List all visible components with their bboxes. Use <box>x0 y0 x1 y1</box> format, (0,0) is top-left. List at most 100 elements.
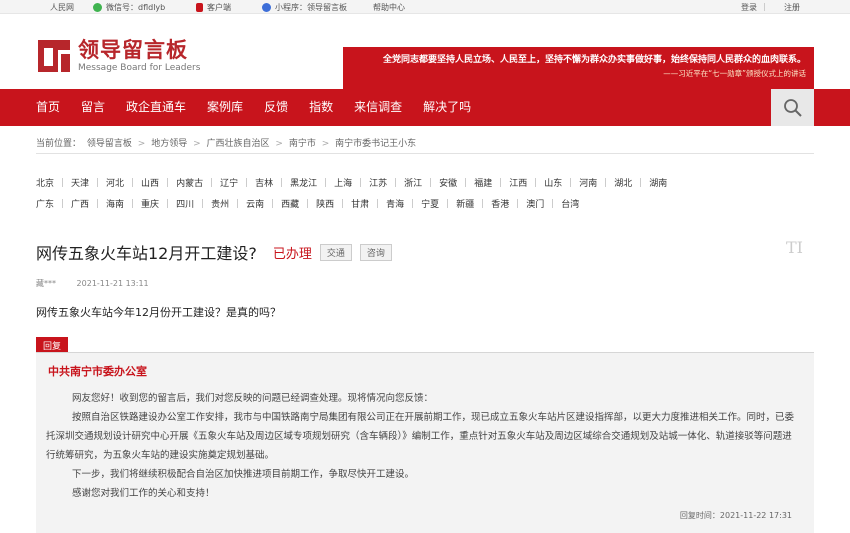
region-link[interactable]: 黑龙江 <box>290 176 317 189</box>
region-row: 广东 广西 海南 重庆 四川 贵州 云南 西藏 陕西 甘肃 青海 宁夏 新疆 香港 澳门 台湾 <box>36 193 816 214</box>
region-link[interactable]: 广西 <box>71 197 89 210</box>
crumb-secretary[interactable]: 南宁市委书记王小东 <box>335 139 416 149</box>
reply-body: 网友您好！收到您的留言后，我们对您反映的问题已经调查处理。现将情况向您反馈： 按… <box>36 389 814 503</box>
miniapp-icon <box>262 3 271 12</box>
region-link[interactable]: 青海 <box>386 197 404 210</box>
help-link[interactable]: 帮助中心 <box>373 2 405 13</box>
region-separator <box>640 178 642 187</box>
region-link[interactable]: 澳门 <box>526 197 544 210</box>
search-icon <box>783 98 802 117</box>
nav-survey[interactable]: 来信调查 <box>354 89 402 126</box>
banner-source: ——习近平在“七一勋章”颁授仪式上的讲话 <box>663 69 806 78</box>
region-link[interactable]: 西藏 <box>281 197 299 210</box>
region-link[interactable]: 上海 <box>334 176 352 189</box>
region-separator <box>500 178 502 187</box>
region-separator <box>325 178 327 187</box>
region-separator <box>211 178 213 187</box>
wechat-link[interactable]: 微信号：dfldlyb <box>93 2 165 13</box>
region-link[interactable]: 香港 <box>491 197 509 210</box>
region-separator <box>281 178 283 187</box>
region-separator <box>482 199 484 208</box>
region-link[interactable]: 辽宁 <box>220 176 238 189</box>
topbar-divider: | <box>763 2 766 11</box>
region-link[interactable]: 贵州 <box>211 197 229 210</box>
region-separator <box>167 178 169 187</box>
region-link[interactable]: 新疆 <box>456 197 474 210</box>
region-separator <box>202 199 204 208</box>
region-link[interactable]: 内蒙古 <box>176 176 203 189</box>
region-link[interactable]: 北京 <box>36 176 54 189</box>
region-separator <box>430 178 432 187</box>
region-link[interactable]: 吉林 <box>255 176 273 189</box>
region-link[interactable]: 海南 <box>106 197 124 210</box>
region-link[interactable]: 江西 <box>509 176 527 189</box>
region-separator <box>377 199 379 208</box>
nav-enterprise[interactable]: 政企直通车 <box>126 89 186 126</box>
main-nav: 首页 留言 政企直通车 案例库 反馈 指数 来信调查 解决了吗 <box>0 89 850 126</box>
reply-label: 回复 <box>36 337 69 352</box>
nav-feedback[interactable]: 反馈 <box>264 89 288 126</box>
watermark: TI <box>786 238 803 257</box>
reply-paragraph: 网友您好！收到您的留言后，我们对您反映的问题已经调查处理。现将情况向您反馈： <box>72 393 434 404</box>
region-separator <box>62 178 64 187</box>
region-link[interactable]: 山东 <box>544 176 562 189</box>
crumb-guangxi[interactable]: 广西壮族自治区 <box>207 139 270 149</box>
region-separator <box>62 199 64 208</box>
crumb-local-leaders[interactable]: 地方领导 <box>151 139 187 149</box>
search-button[interactable] <box>771 89 814 126</box>
region-link[interactable]: 陕西 <box>316 197 334 210</box>
divider <box>36 153 814 154</box>
crumb-board[interactable]: 领导留言板 <box>87 139 132 149</box>
region-link[interactable]: 天津 <box>71 176 89 189</box>
region-link[interactable]: 广东 <box>36 197 54 210</box>
nav-index[interactable]: 指数 <box>309 89 333 126</box>
renmin-link[interactable]: 人民网 <box>50 2 74 13</box>
post-time: 2021-11-21 13:11 <box>76 279 149 288</box>
region-separator <box>246 178 248 187</box>
post-meta: 藏*** 2021-11-21 13:11 <box>36 278 167 289</box>
reply-org: 中共南宁市委办公室 <box>48 365 147 378</box>
region-separator <box>412 199 414 208</box>
site-logo[interactable]: 领导留言板 Message Board for Leaders <box>36 38 200 74</box>
type-tag[interactable]: 咨询 <box>359 243 392 261</box>
login-link[interactable]: 登录 <box>741 2 757 13</box>
nav-solved[interactable]: 解决了吗 <box>423 89 471 126</box>
region-separator <box>605 178 607 187</box>
register-link[interactable]: 注册 <box>784 2 800 13</box>
nav-home[interactable]: 首页 <box>36 89 60 126</box>
region-list: 北京 天津 河北 山西 内蒙古 辽宁 吉林 黑龙江 上海 江苏 浙江 安徽 福建 江西 山东 河南 湖北 湖南 广… <box>36 172 816 214</box>
region-link[interactable]: 湖北 <box>614 176 632 189</box>
region-link[interactable]: 福建 <box>474 176 492 189</box>
region-link[interactable]: 四川 <box>176 197 194 210</box>
region-link[interactable]: 河南 <box>579 176 597 189</box>
category-tag[interactable]: 交通 <box>319 243 352 261</box>
nav-cases[interactable]: 案例库 <box>207 89 243 126</box>
header: 领导留言板 Message Board for Leaders 全党同志都要坚持… <box>0 14 850 89</box>
region-link[interactable]: 浙江 <box>404 176 422 189</box>
region-link[interactable]: 安徽 <box>439 176 457 189</box>
nav-message[interactable]: 留言 <box>81 89 105 126</box>
region-separator <box>570 178 572 187</box>
region-separator <box>465 178 467 187</box>
region-link[interactable]: 江苏 <box>369 176 387 189</box>
region-link[interactable]: 河北 <box>106 176 124 189</box>
region-separator <box>167 199 169 208</box>
region-link[interactable]: 湖南 <box>649 176 667 189</box>
region-link[interactable]: 宁夏 <box>421 197 439 210</box>
client-link[interactable]: 客户端 <box>196 2 231 13</box>
region-link[interactable]: 甘肃 <box>351 197 369 210</box>
region-link[interactable]: 台湾 <box>561 197 579 210</box>
quote-banner: 全党同志都要坚持人民立场、人民至上，坚持不懈为群众办实事做好事，始终保持同人民群… <box>343 47 814 89</box>
region-link[interactable]: 山西 <box>141 176 159 189</box>
region-link[interactable]: 重庆 <box>141 197 159 210</box>
region-separator <box>307 199 309 208</box>
reply-paragraph: 按照自治区铁路建设办公室工作安排，我市与中国铁路南宁局集团有限公司正在开展前期工… <box>46 412 795 461</box>
region-row: 北京 天津 河北 山西 内蒙古 辽宁 吉林 黑龙江 上海 江苏 浙江 安徽 福建 江西 山东 河南 湖北 湖南 <box>36 172 816 193</box>
phone-icon <box>196 3 203 12</box>
reply-paragraph: 下一步，我们将继续积极配合自治区加快推进项目前期工作，争取尽快开工建设。 <box>72 469 415 480</box>
miniapp-link[interactable]: 小程序：领导留言板 <box>262 2 347 13</box>
region-link[interactable]: 云南 <box>246 197 264 210</box>
crumb-nanning[interactable]: 南宁市 <box>289 139 316 149</box>
post-question: 网传五象火车站今年12月份开工建设？是真的吗？ <box>36 306 281 319</box>
region-separator <box>342 199 344 208</box>
